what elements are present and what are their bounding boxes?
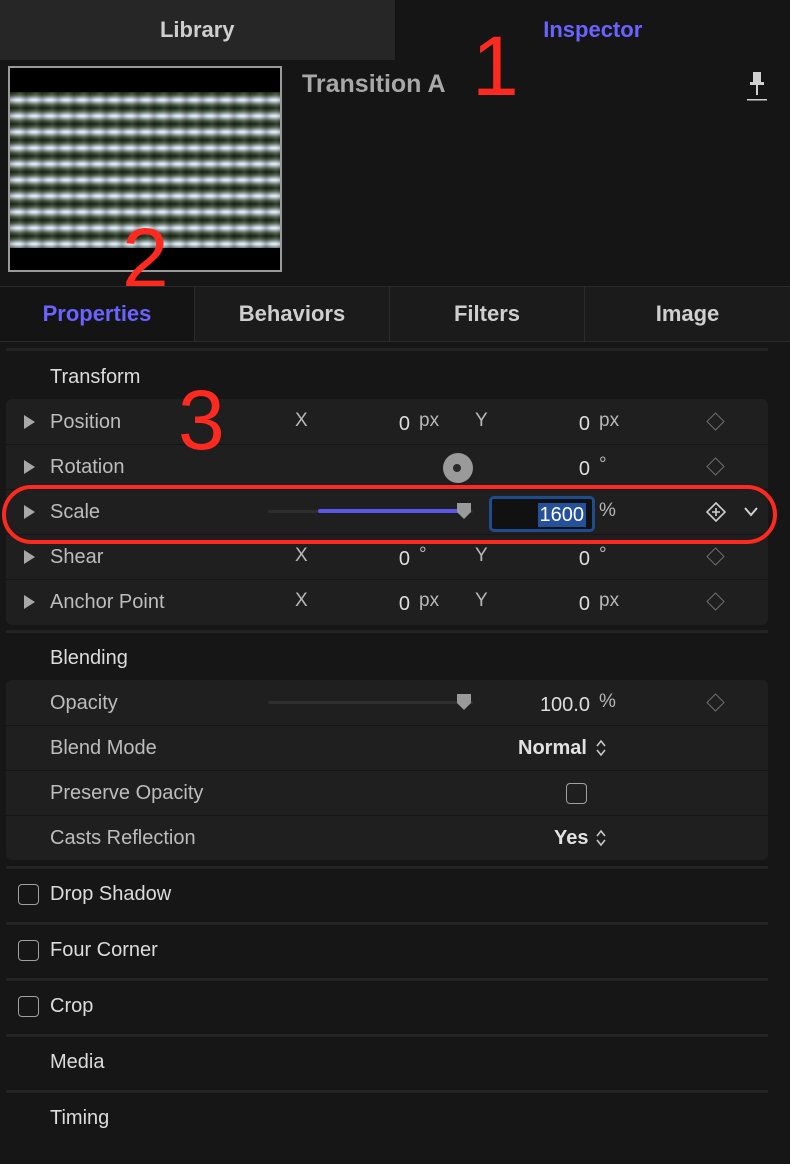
inspector-subtab-bar: Properties Behaviors Filters Image — [0, 286, 790, 342]
opacity-slider-handle[interactable] — [456, 693, 472, 711]
row-divider — [6, 770, 768, 771]
divider — [6, 866, 768, 869]
divider — [6, 1090, 768, 1093]
clip-title: Transition A — [302, 70, 446, 98]
casts-reflection-popup[interactable]: Yes — [554, 827, 588, 850]
rotation-field[interactable]: 0 — [520, 458, 590, 481]
four-corner-heading[interactable]: Four Corner — [50, 939, 158, 962]
opacity-slider-track[interactable] — [268, 701, 473, 704]
rotation-dial-icon[interactable] — [443, 453, 473, 483]
rotation-unit: ° — [599, 454, 607, 475]
anchor-x-unit: px — [419, 590, 440, 611]
drop-shadow-heading[interactable]: Drop Shadow — [50, 883, 171, 906]
rotation-label: Rotation — [50, 456, 125, 478]
top-tab-bar: Library Inspector — [0, 0, 790, 60]
preview-area: Transition A — [0, 60, 790, 286]
row-divider — [6, 725, 768, 726]
disclosure-triangle-icon[interactable] — [24, 460, 35, 474]
disclosure-triangle-icon[interactable] — [24, 550, 35, 564]
annotation-number-3: 3 — [178, 373, 225, 467]
annotation-number-1: 1 — [472, 19, 519, 113]
opacity-unit: % — [599, 691, 616, 712]
shear-y-unit: ° — [599, 544, 607, 565]
disclosure-triangle-icon[interactable] — [24, 595, 35, 609]
opacity-field[interactable]: 100.0 — [500, 694, 590, 717]
shear-x-field[interactable]: 0 — [340, 548, 410, 571]
tab-properties[interactable]: Properties — [0, 287, 195, 341]
drop-shadow-checkbox[interactable] — [18, 884, 39, 905]
shear-label: Shear — [50, 546, 104, 568]
position-y-unit: px — [599, 410, 620, 431]
divider — [6, 978, 768, 981]
position-x-field[interactable]: 0 — [340, 413, 410, 436]
position-label: Position — [50, 411, 122, 433]
anchor-y-unit: px — [599, 590, 620, 611]
position-x-axis: X — [295, 410, 308, 431]
annotation-highlight-ring — [2, 485, 777, 544]
pin-icon[interactable] — [746, 70, 768, 102]
preserve-opacity-checkbox[interactable] — [566, 783, 587, 804]
row-divider — [6, 444, 768, 445]
anchor-y-field[interactable]: 0 — [520, 593, 590, 616]
transform-heading[interactable]: Transform — [50, 366, 140, 389]
position-x-unit: px — [419, 410, 440, 431]
disclosure-triangle-icon[interactable] — [24, 415, 35, 429]
row-divider — [6, 579, 768, 580]
blending-heading[interactable]: Blending — [50, 647, 128, 670]
media-heading[interactable]: Media — [50, 1051, 104, 1074]
tab-library[interactable]: Library — [0, 0, 396, 60]
blend-mode-popup[interactable]: Normal — [518, 737, 587, 760]
crop-heading[interactable]: Crop — [50, 995, 93, 1018]
casts-reflection-label: Casts Reflection — [50, 827, 196, 849]
divider — [6, 348, 768, 351]
anchor-y-axis: Y — [475, 590, 488, 611]
row-divider — [6, 815, 768, 816]
divider — [6, 922, 768, 925]
shear-x-axis: X — [295, 545, 308, 566]
divider — [6, 1034, 768, 1037]
tab-image[interactable]: Image — [585, 287, 790, 341]
tab-inspector[interactable]: Inspector — [395, 0, 790, 60]
anchor-point-label: Anchor Point — [50, 591, 165, 613]
position-y-field[interactable]: 0 — [520, 413, 590, 436]
divider — [6, 630, 768, 633]
up-down-chevron-icon[interactable] — [595, 828, 607, 848]
position-y-axis: Y — [475, 410, 488, 431]
up-down-chevron-icon[interactable] — [595, 738, 607, 758]
blend-mode-label: Blend Mode — [50, 737, 157, 759]
crop-checkbox[interactable] — [18, 996, 39, 1017]
tab-behaviors[interactable]: Behaviors — [195, 287, 390, 341]
shear-y-field[interactable]: 0 — [520, 548, 590, 571]
shear-x-unit: ° — [419, 544, 427, 565]
anchor-x-field[interactable]: 0 — [340, 593, 410, 616]
anchor-x-axis: X — [295, 590, 308, 611]
tab-filters[interactable]: Filters — [390, 287, 585, 341]
preserve-opacity-label: Preserve Opacity — [50, 782, 204, 804]
four-corner-checkbox[interactable] — [18, 940, 39, 961]
timing-heading[interactable]: Timing — [50, 1107, 109, 1130]
shear-y-axis: Y — [475, 545, 488, 566]
opacity-label: Opacity — [50, 692, 118, 714]
